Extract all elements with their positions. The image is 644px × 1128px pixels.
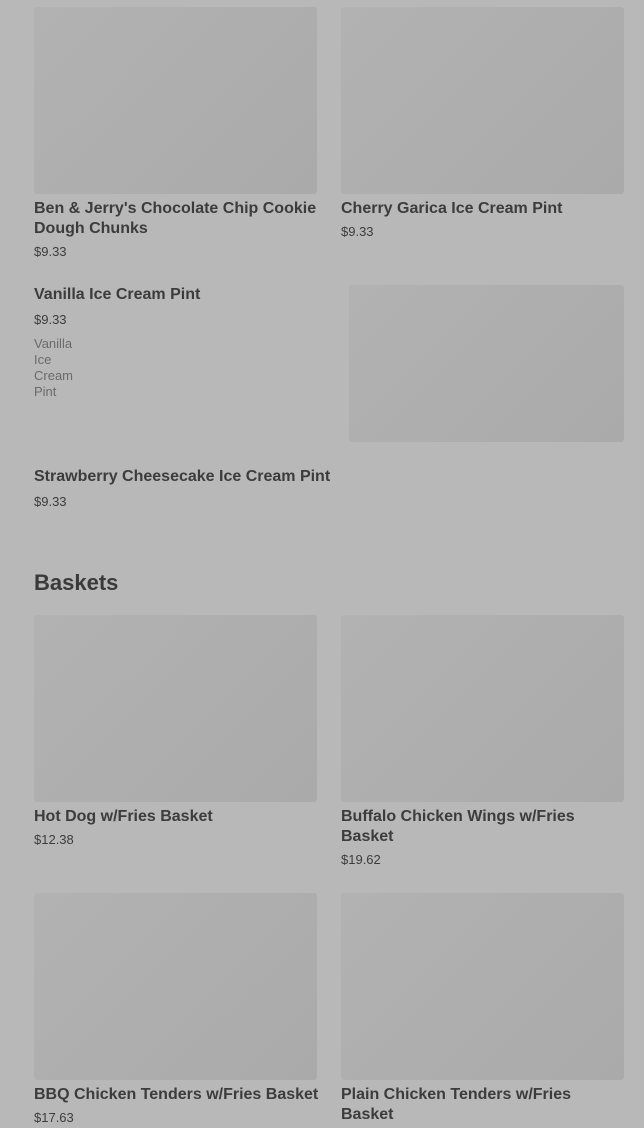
item-price: $9.33 [34, 244, 67, 259]
item-price: $17.63 [34, 1110, 74, 1125]
item-name: Ben & Jerry's Chocolate Chip Cookie Doug… [34, 200, 317, 237]
item-name: BBQ Chicken Tenders w/Fries Basket [34, 1086, 319, 1103]
item-name: Vanilla Ice Cream Pint [34, 286, 201, 303]
item-price: $19.62 [341, 852, 381, 867]
item-name: Strawberry Cheesecake Ice Cream Pint [34, 468, 331, 485]
item-image-placeholder [34, 615, 317, 802]
item-price: $12.38 [34, 832, 74, 847]
item-image-placeholder [341, 893, 624, 1080]
item-name: Cherry Garica Ice Cream Pint [341, 200, 563, 217]
item-name: Buffalo Chicken Wings w/Fries Basket [341, 808, 575, 845]
item-price: $9.33 [34, 312, 67, 327]
item-image-placeholder [349, 285, 624, 442]
item-name: Hot Dog w/Fries Basket [34, 808, 213, 825]
item-image-placeholder [34, 7, 317, 194]
item-price: $9.33 [34, 494, 67, 509]
section-title-baskets: Baskets [34, 570, 119, 595]
item-price: $9.33 [341, 224, 374, 239]
item-image-placeholder [341, 7, 624, 194]
item-description: Vanilla Ice Cream Pint [34, 336, 74, 399]
item-image-placeholder [34, 893, 317, 1080]
item-name: Plain Chicken Tenders w/Fries Basket [341, 1086, 571, 1123]
item-image-placeholder [341, 615, 624, 802]
